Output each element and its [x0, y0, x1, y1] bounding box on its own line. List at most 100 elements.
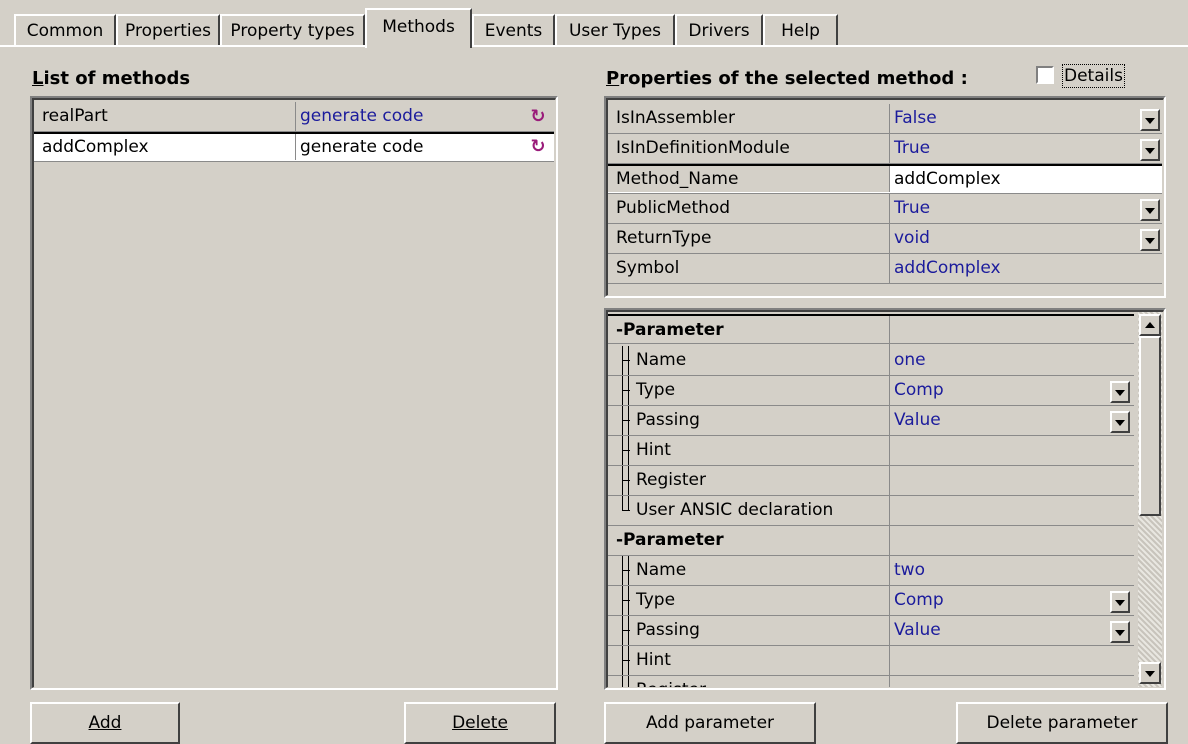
parameter-row[interactable]: Name two [608, 556, 1134, 586]
tab-property-types[interactable]: Property types [220, 14, 365, 46]
details-checkbox[interactable] [1036, 66, 1054, 84]
parameter-name: Register [628, 676, 890, 687]
tab-strip: Common Properties Property types Events … [0, 0, 1188, 48]
delete-method-button[interactable]: Delete [404, 702, 556, 744]
property-name: Symbol [608, 254, 890, 284]
chevron-down-icon[interactable] [1140, 109, 1160, 131]
add-method-button[interactable]: Add [30, 702, 180, 744]
parameter-value[interactable] [890, 496, 1134, 526]
property-value[interactable]: void [890, 224, 1140, 254]
scroll-up-icon[interactable] [1139, 314, 1161, 336]
parameter-name: Hint [628, 646, 890, 676]
method-row-realpart[interactable]: realPart generate code ↻ [34, 102, 554, 132]
generate-code-icon[interactable]: ↻ [528, 137, 548, 157]
parameter-value[interactable] [890, 646, 1134, 676]
parameter-row[interactable]: Register [608, 676, 1134, 687]
parameter-row[interactable]: Hint [608, 646, 1134, 676]
property-row[interactable]: Symbol addComplex [608, 254, 1162, 284]
parameter-row[interactable]: Name one [608, 346, 1134, 376]
property-name: IsInAssembler [608, 104, 890, 134]
parameter-row[interactable]: Type Comp [608, 376, 1134, 406]
property-row[interactable]: ReturnType void [608, 224, 1162, 254]
property-row[interactable]: Method_Name addComplex [608, 164, 1162, 194]
scroll-down-icon[interactable] [1139, 662, 1161, 684]
parameter-name: User ANSIC declaration [628, 496, 890, 526]
tab-baseline [0, 45, 1188, 47]
vertical-scrollbar[interactable] [1138, 312, 1162, 687]
delete-parameter-button[interactable]: Delete parameter [956, 702, 1168, 744]
methods-list[interactable]: realPart generate code ↻ addComplex gene… [30, 96, 558, 690]
property-name: IsInDefinitionModule [608, 134, 890, 164]
parameter-row[interactable]: User ANSIC declaration [608, 496, 1134, 526]
tab-properties[interactable]: Properties [116, 14, 220, 46]
parameter-value[interactable]: one [890, 346, 1108, 376]
properties-title: Properties of the selected method : [606, 68, 968, 89]
parameter-name: Hint [628, 436, 890, 466]
tab-drivers[interactable]: Drivers [675, 14, 763, 46]
tab-common[interactable]: Common [14, 14, 116, 46]
property-value[interactable]: True [890, 134, 1140, 164]
property-row[interactable]: IsInAssembler False [608, 104, 1162, 134]
parameter-value[interactable]: Comp [890, 586, 1108, 616]
delete-parameter-label: Delete parameter [986, 713, 1138, 733]
property-name: PublicMethod [608, 194, 890, 224]
parameter-name: Type [628, 586, 890, 616]
chevron-down-icon[interactable] [1110, 591, 1130, 613]
add-method-label: Add [88, 713, 122, 733]
property-value[interactable]: addComplex [890, 166, 1162, 192]
chevron-down-icon[interactable] [1140, 139, 1160, 161]
parameter-group-header[interactable]: -Parameter [608, 526, 1134, 556]
method-name: realPart [34, 102, 296, 132]
method-name: addComplex [34, 134, 296, 160]
property-value[interactable]: addComplex [890, 254, 1162, 284]
parameter-row[interactable]: Passing Value [608, 616, 1134, 646]
property-value[interactable]: True [890, 194, 1140, 224]
parameter-value[interactable] [890, 436, 1134, 466]
parameter-name: Name [628, 346, 890, 376]
parameter-value[interactable]: Value [890, 616, 1108, 646]
parameter-value[interactable] [890, 466, 1134, 496]
parameter-value[interactable]: Comp [890, 376, 1108, 406]
chevron-down-icon[interactable] [1110, 621, 1130, 643]
parameter-name: Passing [628, 616, 890, 646]
parameter-name: Passing [628, 406, 890, 436]
tab-methods[interactable]: Methods [365, 8, 472, 48]
scrollbar-thumb[interactable] [1139, 336, 1161, 516]
method-action[interactable]: generate code [296, 134, 526, 160]
generate-code-icon[interactable]: ↻ [528, 107, 548, 127]
methods-list-title: List of methods [32, 68, 191, 89]
tab-user-types[interactable]: User Types [555, 14, 675, 46]
properties-grid: IsInAssembler False IsInDefinitionModule… [604, 96, 1166, 298]
chevron-down-icon[interactable] [1140, 229, 1160, 251]
parameter-value[interactable] [890, 676, 1134, 687]
parameters-grid: -Parameter Name one Type Comp Passing Va… [604, 308, 1166, 690]
method-row-addcomplex[interactable]: addComplex generate code ↻ [34, 132, 554, 162]
property-name: ReturnType [608, 224, 890, 254]
property-row[interactable]: IsInDefinitionModule True [608, 134, 1162, 164]
details-label[interactable]: Details [1062, 64, 1125, 88]
parameter-row[interactable]: Hint [608, 436, 1134, 466]
parameter-name: Name [628, 556, 890, 586]
parameter-group-label: -Parameter [608, 526, 890, 556]
property-row[interactable]: PublicMethod True [608, 194, 1162, 224]
parameter-name: Type [628, 376, 890, 406]
method-action[interactable]: generate code [296, 102, 526, 132]
parameter-group-header[interactable]: -Parameter [608, 314, 1134, 346]
tab-events[interactable]: Events [472, 14, 555, 46]
delete-method-label: Delete [452, 713, 508, 733]
add-parameter-button[interactable]: Add parameter [604, 702, 816, 744]
chevron-down-icon[interactable] [1110, 381, 1130, 403]
parameter-row[interactable]: Type Comp [608, 586, 1134, 616]
add-parameter-label: Add parameter [645, 713, 775, 733]
parameter-group-label: -Parameter [608, 316, 890, 346]
parameter-value[interactable]: two [890, 556, 1108, 586]
property-value[interactable]: False [890, 104, 1140, 134]
chevron-down-icon[interactable] [1140, 199, 1160, 221]
parameter-value[interactable]: Value [890, 406, 1108, 436]
property-name: Method_Name [608, 166, 890, 192]
parameter-row[interactable]: Register [608, 466, 1134, 496]
parameter-row[interactable]: Passing Value [608, 406, 1134, 436]
parameter-name: Register [628, 466, 890, 496]
tab-help[interactable]: Help [763, 14, 838, 46]
chevron-down-icon[interactable] [1110, 411, 1130, 433]
